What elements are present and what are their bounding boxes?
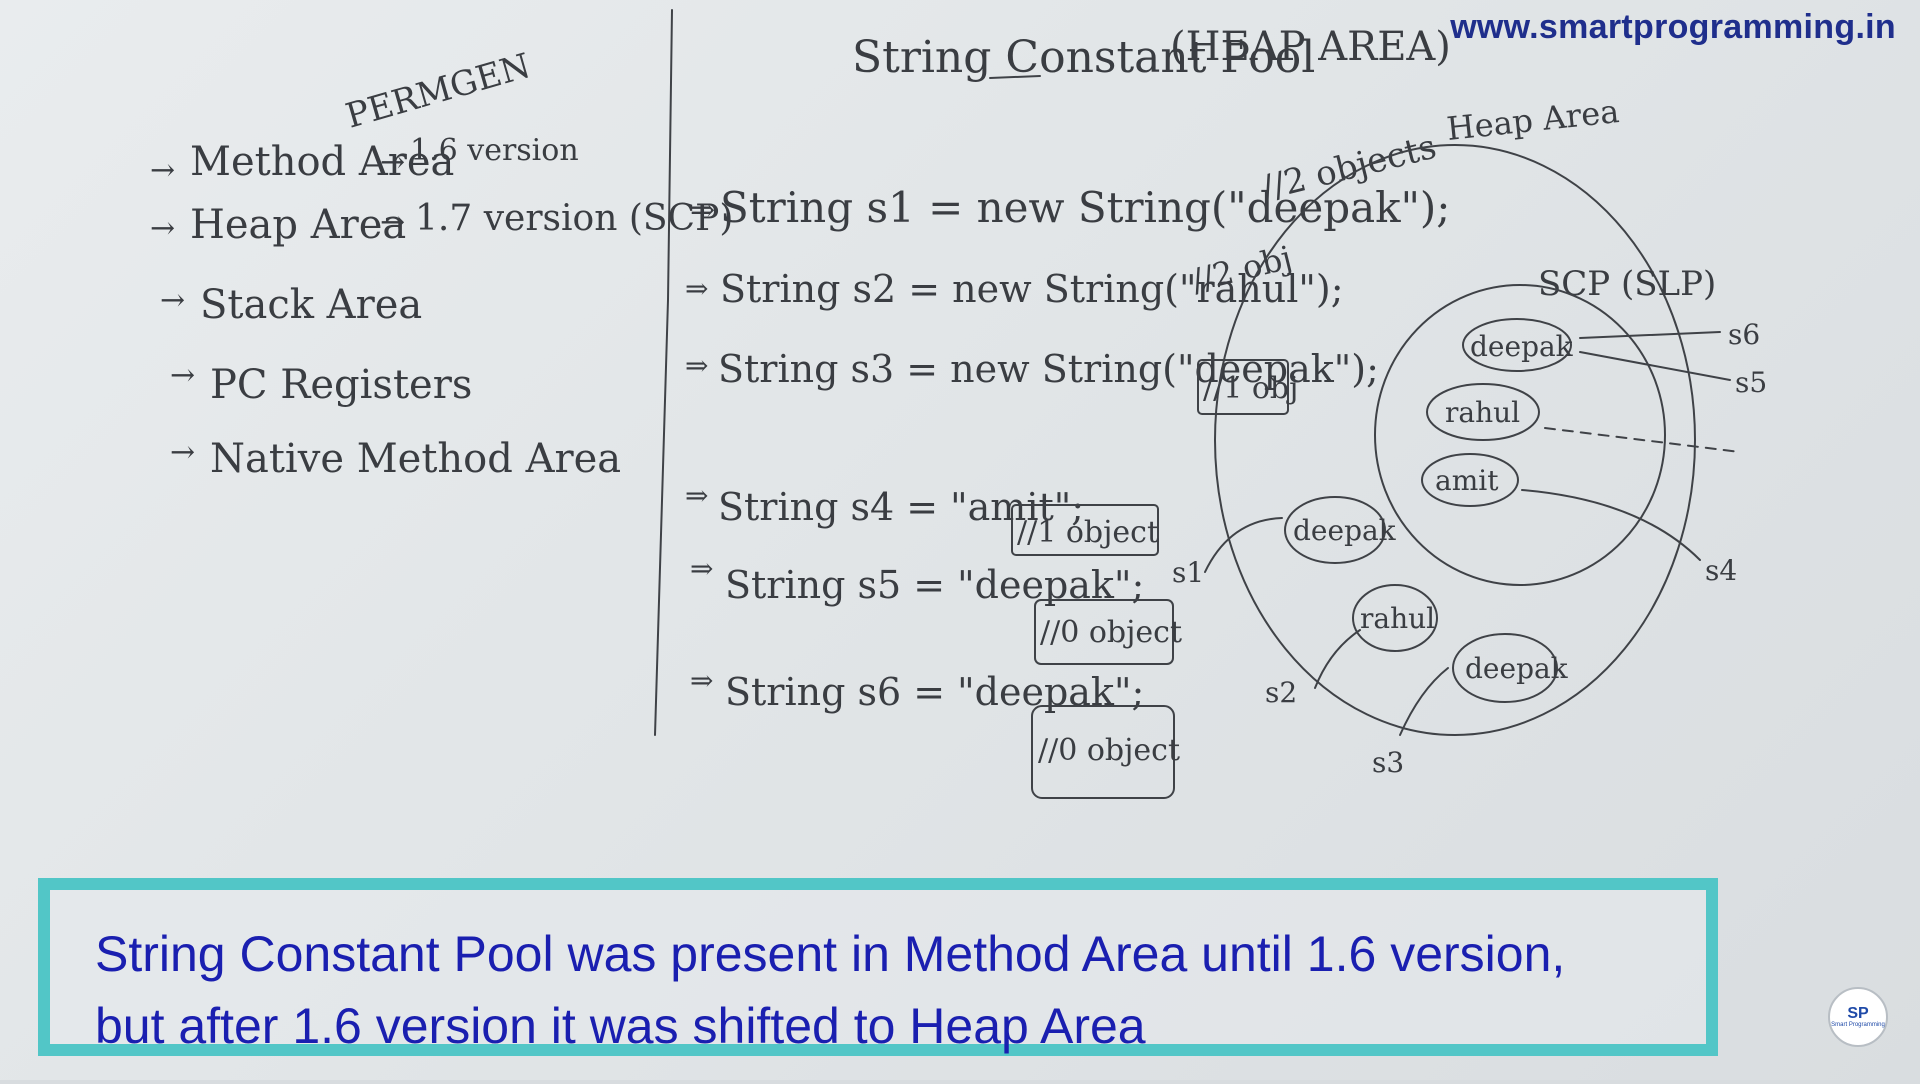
scp-object-1-label: deepak [1470, 330, 1574, 363]
dashed-reference [1544, 427, 1741, 453]
ref-s4-arrow [1521, 489, 1701, 561]
memory-area-arrow: → [160, 283, 185, 318]
code-bullet: ⇒ [690, 664, 713, 697]
memory-area-arrow: → [170, 358, 195, 393]
scp-object-2-label: rahul [1445, 396, 1520, 429]
ref-s5: s5 [1735, 366, 1767, 399]
scp-object-3-label: amit [1435, 464, 1499, 497]
ref-s4: s4 [1705, 554, 1737, 587]
memory-area-pc: PC Registers [210, 362, 472, 408]
ref-s1-arrow [1204, 517, 1283, 573]
scp-label: SCP (SLP) [1538, 264, 1716, 304]
memory-area-native: Native Method Area [210, 436, 621, 482]
ref-s1: s1 [1172, 556, 1204, 589]
website-url: www.smartprogramming.in [1450, 8, 1896, 46]
code-lines: ⇒ String s1 = new String("deepak"); //2 … [685, 127, 1450, 799]
heap-area-circle [1214, 144, 1696, 736]
heap-object-1-label: deepak [1293, 514, 1397, 547]
board-divider [654, 9, 673, 736]
logo-text: Smart Programming [1831, 1021, 1885, 1028]
ref-s2-arrow [1314, 629, 1361, 689]
memory-area-method-note: 1.6 version [410, 133, 579, 168]
caption-line-1: String Constant Pool was present in Meth… [95, 926, 1566, 982]
code-line-s6: String s6 = "deepak"; [725, 670, 1144, 714]
logo-mark: SP [1847, 1004, 1869, 1022]
caption-box: String Constant Pool was present in Meth… [38, 878, 1718, 1056]
ref-s6-arrow [1579, 331, 1721, 339]
memory-area-method-arrow: → [380, 145, 405, 180]
heap-area-label: Heap Area [1445, 92, 1621, 148]
heap-object-3-label: deepak [1465, 652, 1569, 685]
ref-s3-arrow [1399, 667, 1449, 736]
code-bullet: ⇒ [685, 349, 708, 382]
code-comment-s5: //0 object [1040, 615, 1182, 650]
permgen-label: PERMGEN [341, 46, 535, 137]
code-bullet: ⇒ [685, 479, 708, 512]
code-bullet: ⇒ [685, 272, 708, 305]
memory-area-arrow: → [150, 153, 175, 188]
board-title-tag: (HEAP AREA) [1170, 24, 1451, 70]
memory-area-arrow: → [170, 435, 195, 470]
memory-area-heap-note: 1.7 version (SCP) [415, 198, 733, 239]
channel-logo: SP Smart Programming [1828, 987, 1888, 1047]
memory-areas-list: → Method Area → 1.6 version → Heap Area … [150, 133, 733, 482]
memory-area-heap-arrow: → [380, 205, 405, 240]
ref-s2: s2 [1265, 676, 1297, 709]
memory-area-arrow: → [150, 211, 175, 246]
code-bullet: ⇒ [690, 552, 713, 585]
heap-object-2-label: rahul [1360, 602, 1435, 635]
code-bullet: ⇒ [690, 193, 715, 228]
code-comment-s6: //0 object [1038, 733, 1180, 768]
ref-s6: s6 [1728, 318, 1760, 351]
memory-area-heap: Heap Area [190, 202, 406, 248]
memory-area-stack: Stack Area [200, 282, 422, 328]
ref-s3: s3 [1372, 746, 1404, 779]
code-comment-s4: //1 object [1017, 515, 1159, 550]
caption-line-2: but after 1.6 version it was shifted to … [95, 998, 1146, 1054]
ref-s5-arrow [1579, 351, 1731, 381]
